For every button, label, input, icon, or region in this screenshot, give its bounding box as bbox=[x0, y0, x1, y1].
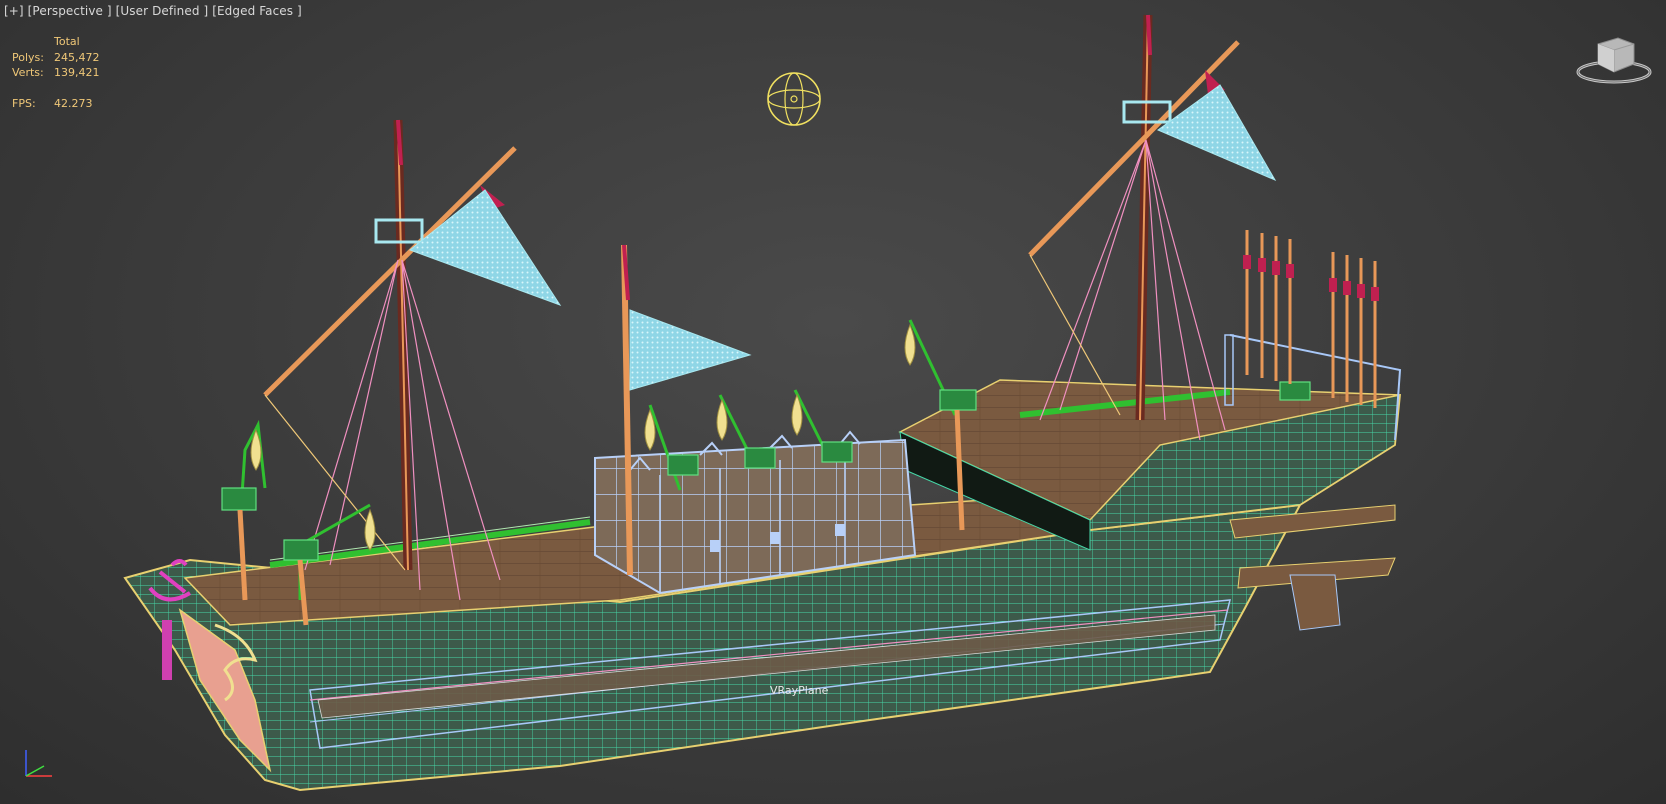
3d-viewport[interactable]: [+] [Perspective ] [User Defined ] [Edge… bbox=[0, 0, 1666, 804]
fore-sail bbox=[408, 189, 562, 306]
mizzen-mast bbox=[1028, 14, 1277, 421]
verts-value: 139,421 bbox=[54, 66, 100, 79]
polys-value: 245,472 bbox=[54, 50, 100, 64]
rudder bbox=[1289, 574, 1341, 631]
orbit-gizmo-icon[interactable] bbox=[764, 68, 824, 130]
axis-tripod-icon bbox=[25, 750, 52, 777]
verts-label: Verts: bbox=[12, 66, 44, 79]
spear-rack bbox=[1245, 230, 1377, 408]
fps-value: 42.273 bbox=[54, 96, 93, 110]
viewport-menu-plus[interactable]: [+] bbox=[4, 4, 24, 18]
viewport-shading-menu[interactable]: [User Defined ] bbox=[116, 4, 209, 18]
fps-label: FPS: bbox=[12, 96, 36, 110]
vrayplane-object-label[interactable]: VRayPlane bbox=[770, 684, 828, 697]
viewport-view-menu[interactable]: [Perspective ] bbox=[28, 4, 112, 18]
viewport-label: [+] [Perspective ] [User Defined ] [Edge… bbox=[4, 4, 302, 18]
statistics-overlay: Total Polys: 245,472 Verts: 139,421 FPS: 42… bbox=[12, 34, 124, 111]
polys-label: Polys: bbox=[12, 50, 44, 64]
viewcube-icon[interactable] bbox=[1572, 34, 1652, 86]
viewport-faces-menu[interactable]: [Edged Faces ] bbox=[212, 4, 302, 18]
stats-header: Total bbox=[54, 35, 80, 48]
fore-mast bbox=[263, 119, 517, 571]
ship-wireframe-model[interactable] bbox=[0, 0, 1666, 804]
